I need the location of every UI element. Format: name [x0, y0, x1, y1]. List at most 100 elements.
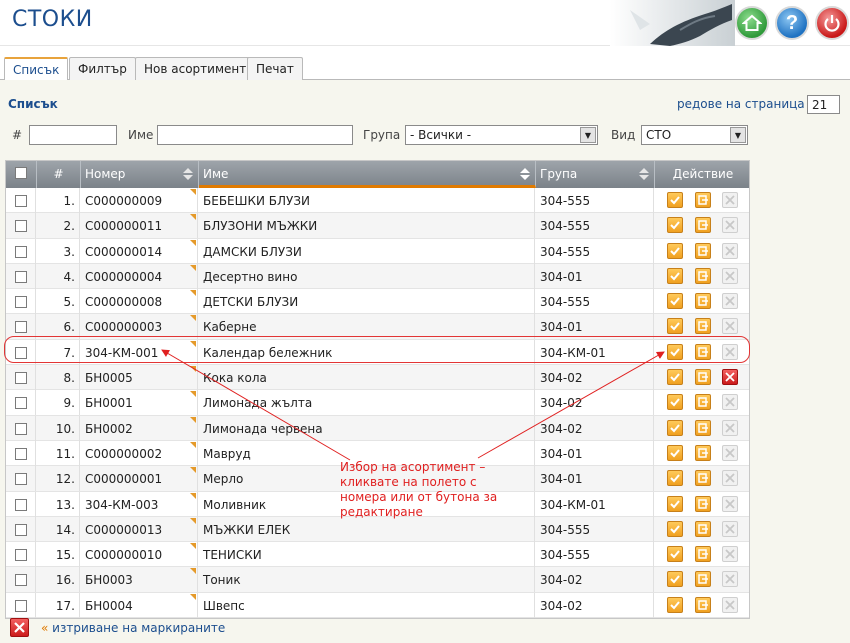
row-checkbox[interactable] — [15, 220, 27, 233]
edit-button[interactable] — [695, 318, 711, 335]
select-button[interactable] — [667, 192, 683, 208]
row-code[interactable]: С000000008 — [81, 289, 198, 315]
row-checkbox[interactable] — [15, 195, 27, 207]
row-code[interactable]: С000000004 — [81, 263, 198, 289]
rows-per-page-input[interactable]: 21 — [807, 95, 840, 114]
row-checkbox[interactable] — [15, 372, 27, 385]
delete-button[interactable] — [722, 495, 738, 512]
delete-marked-link[interactable]: « изтриване на маркираните — [41, 621, 225, 635]
delete-marked-button[interactable] — [10, 618, 29, 637]
edit-button[interactable] — [695, 217, 711, 234]
select-button[interactable] — [667, 217, 683, 234]
delete-button[interactable] — [722, 267, 738, 284]
row-code[interactable]: С000000009 — [81, 188, 198, 213]
row-code[interactable]: С000000011 — [81, 213, 198, 239]
filter-type-select[interactable]: СТО ▼ — [641, 125, 748, 145]
delete-button[interactable] — [722, 419, 738, 436]
delete-button[interactable] — [722, 343, 738, 360]
row-checkbox[interactable] — [15, 498, 27, 511]
row-code[interactable]: 304-КМ-003 — [81, 491, 198, 517]
edit-button[interactable] — [695, 394, 711, 411]
delete-button[interactable] — [722, 444, 738, 461]
row-checkbox[interactable] — [15, 422, 27, 435]
delete-button[interactable] — [722, 217, 738, 234]
edit-button[interactable] — [695, 419, 711, 436]
row-checkbox[interactable] — [15, 447, 27, 460]
select-button[interactable] — [667, 470, 683, 487]
select-button[interactable] — [667, 394, 683, 411]
filter-group-select[interactable]: - Всички - ▼ — [405, 125, 598, 145]
select-button[interactable] — [667, 267, 683, 284]
delete-button[interactable] — [722, 520, 738, 537]
row-code[interactable]: С000000010 — [81, 542, 198, 568]
edit-button[interactable] — [695, 369, 711, 386]
delete-button[interactable] — [722, 369, 738, 386]
select-button[interactable] — [667, 444, 683, 461]
row-code[interactable]: С000000001 — [81, 466, 198, 492]
column-header-group[interactable]: Група — [536, 161, 655, 188]
row-checkbox[interactable] — [15, 245, 27, 258]
row-checkbox[interactable] — [15, 574, 27, 587]
row-checkbox[interactable] — [15, 321, 27, 334]
row-code[interactable]: С000000003 — [81, 314, 198, 340]
row-checkbox[interactable] — [15, 473, 27, 486]
delete-button[interactable] — [722, 470, 738, 487]
select-all-checkbox[interactable] — [15, 167, 27, 179]
delete-button[interactable] — [722, 242, 738, 259]
select-button[interactable] — [667, 546, 683, 563]
home-button[interactable] — [735, 6, 769, 40]
select-button[interactable] — [667, 520, 683, 537]
delete-button[interactable] — [722, 293, 738, 310]
edit-button[interactable] — [695, 470, 711, 487]
select-button[interactable] — [667, 318, 683, 335]
select-button[interactable] — [667, 596, 683, 613]
row-checkbox[interactable] — [15, 270, 27, 283]
select-button[interactable] — [667, 495, 683, 512]
tab-filter[interactable]: Филтър — [69, 57, 136, 80]
select-button[interactable] — [667, 419, 683, 436]
column-header-code[interactable]: Номер — [81, 161, 199, 188]
delete-button[interactable] — [722, 394, 738, 411]
edit-button[interactable] — [695, 267, 711, 284]
filter-number-input[interactable] — [29, 125, 117, 145]
select-button[interactable] — [667, 343, 683, 360]
edit-button[interactable] — [695, 571, 711, 588]
row-code[interactable]: С000000002 — [81, 440, 198, 466]
row-checkbox[interactable] — [15, 549, 27, 562]
delete-button[interactable] — [722, 546, 738, 563]
delete-button[interactable] — [722, 596, 738, 613]
tab-list[interactable]: Списък — [4, 57, 69, 81]
row-checkbox[interactable] — [15, 397, 27, 410]
row-code[interactable]: БН0003 — [81, 567, 198, 593]
row-code[interactable]: БН0005 — [81, 365, 198, 391]
help-button[interactable]: ? — [775, 6, 809, 40]
edit-button[interactable] — [695, 343, 711, 360]
edit-button[interactable] — [695, 242, 711, 259]
edit-button[interactable] — [695, 495, 711, 512]
row-checkbox[interactable] — [15, 346, 27, 359]
filter-name-input[interactable] — [157, 125, 353, 145]
row-code[interactable]: БН0001 — [81, 390, 198, 416]
tab-print[interactable]: Печат — [247, 57, 303, 80]
edit-button[interactable] — [695, 192, 711, 208]
row-code[interactable]: 304-КМ-001 — [81, 339, 198, 365]
edit-button[interactable] — [695, 293, 711, 310]
row-code[interactable]: БН0002 — [81, 415, 198, 441]
row-code[interactable]: С000000013 — [81, 516, 198, 542]
select-button[interactable] — [667, 369, 683, 386]
edit-button[interactable] — [695, 444, 711, 461]
logout-button[interactable] — [815, 6, 849, 40]
delete-button[interactable] — [722, 192, 738, 208]
edit-button[interactable] — [695, 596, 711, 613]
edit-button[interactable] — [695, 546, 711, 563]
tab-new-assortment[interactable]: Нов асортимент — [135, 57, 256, 80]
delete-button[interactable] — [722, 318, 738, 335]
delete-button[interactable] — [722, 571, 738, 588]
select-button[interactable] — [667, 571, 683, 588]
select-button[interactable] — [667, 242, 683, 259]
row-code[interactable]: С000000014 — [81, 238, 198, 264]
column-header-name[interactable]: Име — [199, 161, 536, 188]
row-checkbox[interactable] — [15, 599, 27, 612]
row-checkbox[interactable] — [15, 296, 27, 309]
select-button[interactable] — [667, 293, 683, 310]
